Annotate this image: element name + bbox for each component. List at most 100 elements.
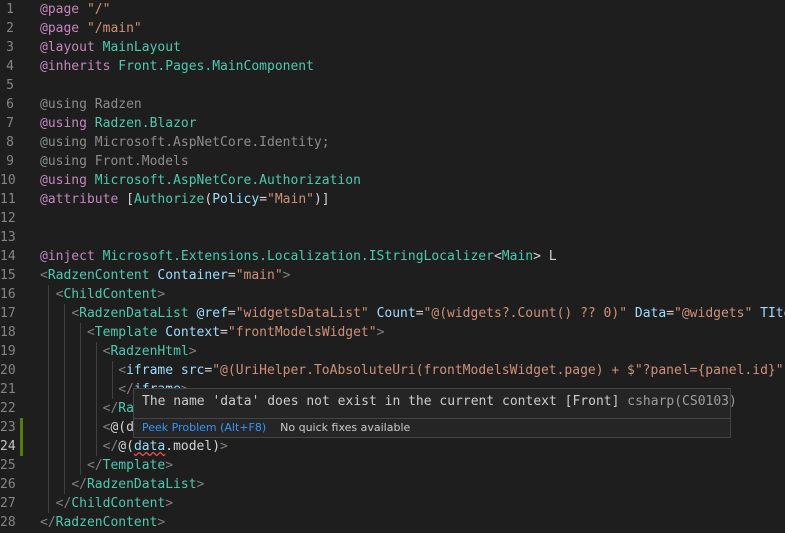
modified-line-marker bbox=[20, 437, 23, 456]
code-token: </ bbox=[118, 382, 134, 397]
code-token: @using Front.Models bbox=[40, 154, 189, 169]
code-token: Microsoft.Extensions.Localization.IStrin… bbox=[102, 249, 494, 264]
line-number: 10 bbox=[0, 173, 16, 188]
code-token: Main bbox=[501, 249, 534, 264]
code-line[interactable]: 6 @using Radzen bbox=[0, 95, 785, 114]
code-line[interactable]: 15 <RadzenContent Container="main"> bbox=[0, 266, 785, 285]
code-line[interactable]: 13 bbox=[0, 228, 785, 247]
code-token: > bbox=[165, 458, 174, 473]
code-token: = bbox=[259, 192, 268, 207]
line-number: 7 bbox=[6, 116, 14, 131]
code-token: )] bbox=[313, 192, 330, 207]
code-line[interactable]: 27 </ChildContent> bbox=[0, 494, 785, 513]
line-number: 9 bbox=[6, 154, 14, 169]
code-line[interactable]: 7 @using Radzen.Blazor bbox=[0, 114, 785, 133]
line-number: 18 bbox=[0, 325, 16, 340]
code-token: Microsoft.AspNetCore.Authorization bbox=[94, 173, 361, 188]
code-token: > bbox=[157, 287, 166, 302]
line-number: 22 bbox=[0, 401, 16, 416]
code-token: = bbox=[220, 325, 228, 340]
line-number: 4 bbox=[6, 59, 14, 74]
code-token: ChildContent bbox=[63, 287, 158, 302]
code-text: </@(data.model)> bbox=[40, 437, 228, 456]
code-text: <Template Context="frontModelsWidget"> bbox=[40, 323, 384, 342]
code-token: Count bbox=[376, 306, 416, 321]
code-token: Front.Pages.MainComponent bbox=[118, 59, 314, 74]
code-token: > bbox=[188, 344, 197, 359]
code-token: src bbox=[180, 363, 205, 378]
indent-guide bbox=[112, 361, 113, 399]
code-token: RadzenHtml bbox=[110, 344, 189, 359]
code-line[interactable]: 3 @layout MainLayout bbox=[0, 38, 785, 57]
code-token: @( bbox=[118, 439, 134, 454]
code-text: <iframe src="@(UriHelper.ToAbsoluteUri(f… bbox=[40, 361, 785, 380]
code-token: Container bbox=[157, 268, 228, 283]
code-text: @using Microsoft.AspNetCore.Authorizatio… bbox=[40, 171, 361, 190]
line-number: 26 bbox=[0, 477, 16, 492]
code-token: Policy bbox=[212, 192, 260, 207]
code-line[interactable]: 2 @page "/main" bbox=[0, 19, 785, 38]
code-line[interactable]: 26 </RadzenDataList> bbox=[0, 475, 785, 494]
code-token: Context bbox=[165, 325, 221, 340]
code-token: @inject bbox=[40, 249, 95, 264]
error-squiggle: data bbox=[133, 439, 166, 454]
indent-guide bbox=[80, 323, 81, 475]
code-token: @attribute bbox=[40, 192, 119, 207]
hover-actions: Peek Problem (Alt+F8) No quick fixes avai… bbox=[142, 421, 410, 434]
code-text: </RadzenContent> bbox=[40, 513, 165, 532]
code-token: "@(widgets?.Count() ?? 0)" bbox=[423, 306, 628, 321]
line-number: 8 bbox=[6, 135, 14, 150]
code-line[interactable]: 14 @inject Microsoft.Extensions.Localizat… bbox=[0, 247, 785, 266]
code-token: @using bbox=[40, 173, 87, 188]
line-number: 25 bbox=[0, 458, 16, 473]
code-token: Radzen.Blazor bbox=[94, 116, 197, 131]
code-token: < bbox=[493, 249, 502, 264]
code-line[interactable]: 1 @page "/" bbox=[0, 0, 785, 19]
line-number: 16 bbox=[0, 287, 16, 302]
code-token: < bbox=[86, 325, 95, 340]
code-line[interactable]: 8 @using Microsoft.AspNetCore.Identity; bbox=[0, 133, 785, 152]
code-token: "frontModelsWidget" bbox=[227, 325, 377, 340]
code-token: @page bbox=[40, 21, 80, 36]
code-line[interactable]: 18 <Template Context="frontModelsWidget"… bbox=[0, 323, 785, 342]
code-text: @layout MainLayout bbox=[40, 38, 181, 57]
code-line[interactable]: 16 <ChildContent> bbox=[0, 285, 785, 304]
line-number: 14 bbox=[0, 249, 16, 264]
code-token: "Main" bbox=[267, 192, 314, 207]
line-number: 6 bbox=[6, 97, 14, 112]
code-token: > bbox=[376, 325, 385, 340]
line-number: 28 bbox=[0, 515, 16, 530]
code-token: </ bbox=[102, 439, 119, 454]
peek-problem-link[interactable]: Peek Problem (Alt+F8) bbox=[142, 421, 266, 434]
code-token: [ bbox=[118, 192, 134, 207]
code-line[interactable]: 12 bbox=[0, 209, 785, 228]
line-number: 21 bbox=[0, 382, 16, 397]
code-line[interactable]: 19 <RadzenHtml> bbox=[0, 342, 785, 361]
code-line[interactable]: 11 @attribute [Authorize(Policy="Main")] bbox=[0, 190, 785, 209]
code-token: </ bbox=[71, 477, 87, 492]
code-line[interactable]: 25 </Template> bbox=[0, 456, 785, 475]
code-text: <RadzenDataList @ref="widgetsDataList" C… bbox=[40, 304, 785, 323]
code-line[interactable]: 17 <RadzenDataList @ref="widgetsDataList… bbox=[0, 304, 785, 323]
code-line[interactable]: 20 <iframe src="@(UriHelper.ToAbsoluteUr… bbox=[0, 361, 785, 380]
code-editor[interactable]: 1 @page "/" 2 @page "/main" 3 @layout MainLay… bbox=[0, 0, 785, 533]
code-token: "widgetsDataList" bbox=[235, 306, 369, 321]
code-line[interactable]: 5 bbox=[0, 76, 785, 95]
code-line[interactable]: 4 @inherits Front.Pages.MainComponent bbox=[0, 57, 785, 76]
code-line[interactable]: 28 </RadzenContent> bbox=[0, 513, 785, 532]
code-line[interactable]: 10 @using Microsoft.AspNetCore.Authorizat… bbox=[0, 171, 785, 190]
code-line[interactable]: 9 @using Front.Models bbox=[0, 152, 785, 171]
code-token: Template bbox=[94, 325, 158, 340]
code-line[interactable]: 24 </@(data.model)> bbox=[0, 437, 785, 456]
code-token: ChildContent bbox=[71, 496, 166, 511]
code-token: < bbox=[71, 306, 80, 321]
